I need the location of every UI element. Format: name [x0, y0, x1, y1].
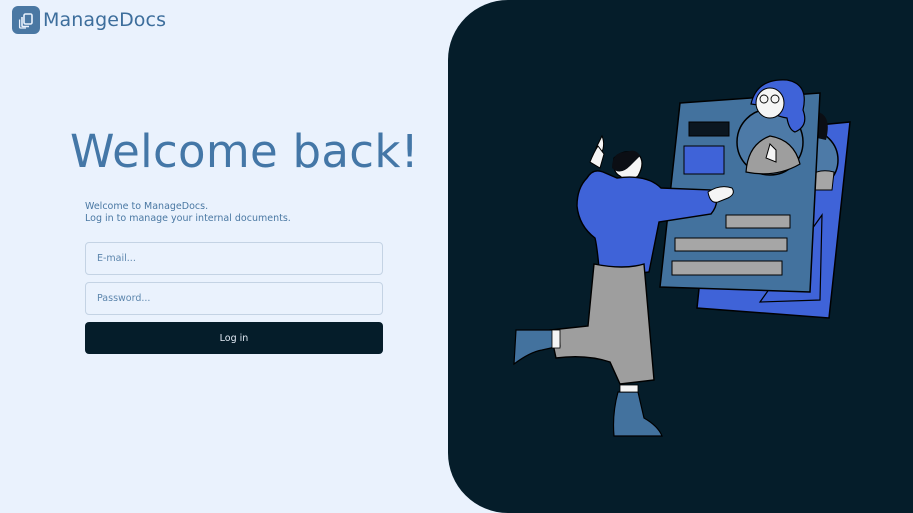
runner-trousers: [549, 263, 655, 385]
hero-panel: [448, 0, 913, 513]
brand[interactable]: ManageDocs: [12, 6, 166, 34]
intro-line-2: Log in to manage your internal documents…: [85, 213, 291, 224]
email-field[interactable]: [85, 242, 383, 275]
brand-name: ManageDocs: [43, 9, 167, 31]
login-button[interactable]: Log in: [85, 322, 383, 354]
runner-boot-right: [612, 391, 663, 437]
hero-illustration: [513, 79, 851, 437]
intro-line-1: Welcome to ManageDocs.: [85, 201, 209, 212]
page-title: Welcome back!: [70, 125, 420, 178]
intro-text: Welcome to ManageDocs. Log in to manage …: [85, 201, 291, 225]
documents-icon: [12, 6, 40, 34]
password-field[interactable]: [85, 282, 383, 315]
